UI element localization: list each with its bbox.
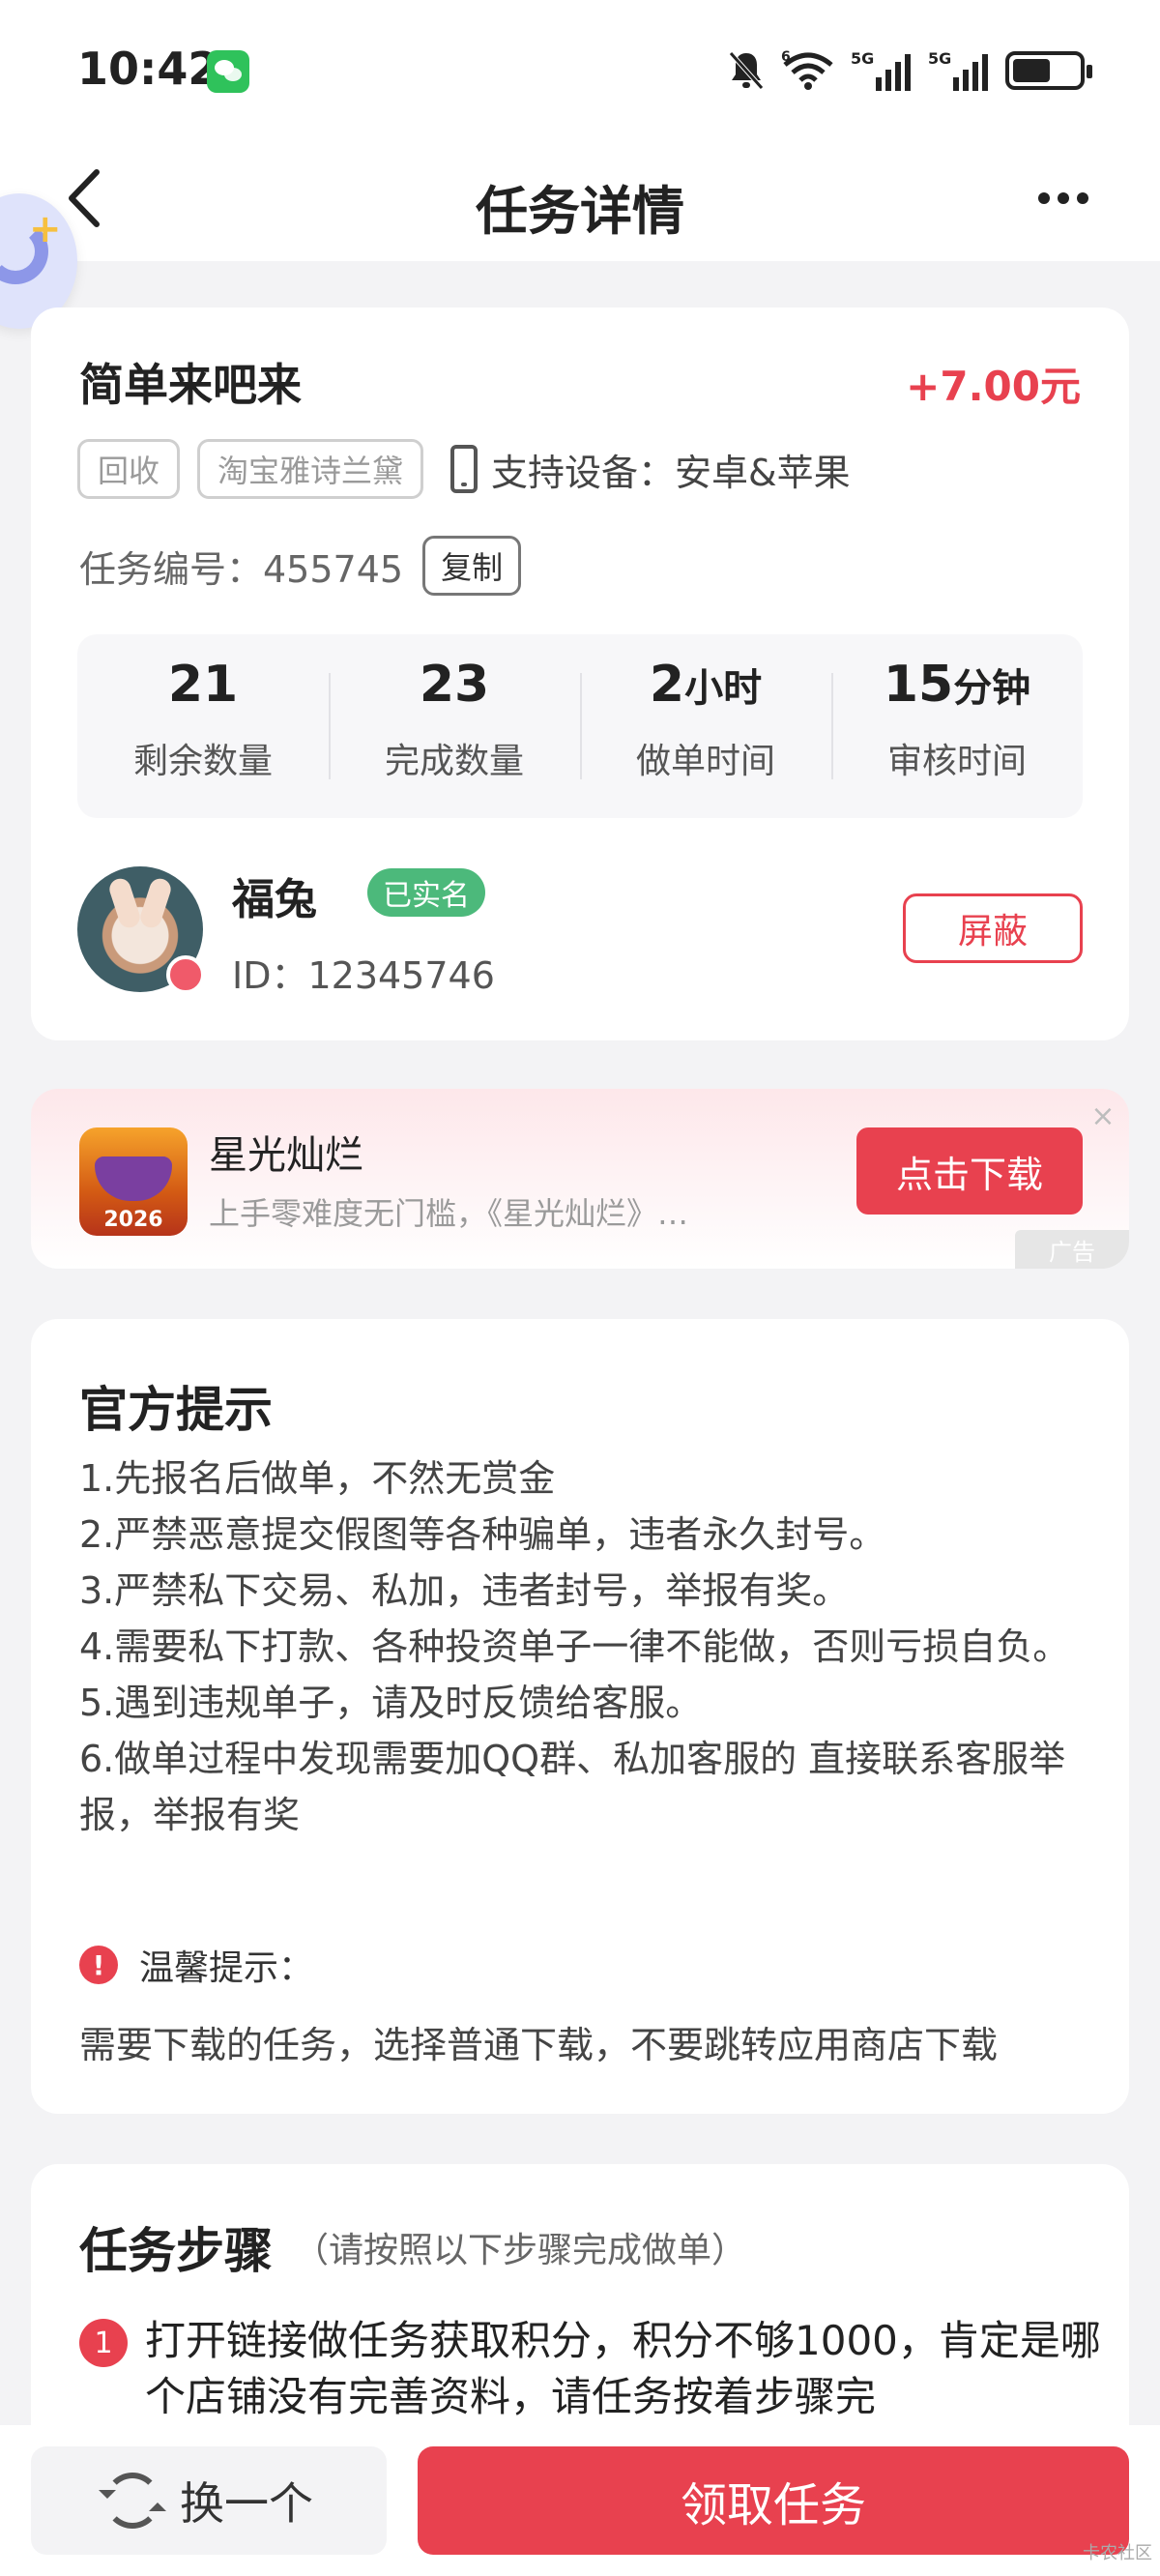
publisher-id: ID：12345746 (232, 954, 495, 997)
steps-title: 任务步骤 (79, 2223, 273, 2279)
publisher-row: 福兔 已实名 ID：12345746 屏蔽 (77, 866, 1083, 997)
stat-unit: 小时 (684, 666, 763, 711)
task-reward: +7.00元 (906, 363, 1081, 410)
stat-review-time: 15分钟 审核时间 (831, 634, 1083, 818)
ad-label: 广告 (1015, 1230, 1129, 1269)
claim-task-button[interactable]: 领取任务 (418, 2446, 1129, 2555)
warm-tip-header: ! 温馨提示： (79, 1940, 313, 1990)
task-info-card: 简单来吧来 +7.00元 回收 淘宝雅诗兰黛 支持设备：安卓&苹果 任务编号：4… (31, 307, 1129, 1040)
stat-unit: 分钟 (953, 666, 1031, 711)
signal-5g-icon: 5G (851, 49, 911, 91)
wechat-notification-icon (207, 50, 249, 93)
warning-icon: ! (79, 1946, 118, 1984)
stat-label: 剩余数量 (132, 742, 273, 781)
bell-muted-icon (729, 51, 764, 90)
step-number-badge: 1 (79, 2319, 128, 2367)
refresh-icon (99, 2473, 166, 2529)
warm-tip-label: 温馨提示： (139, 1948, 314, 1988)
warm-tip-text: 需要下载的任务，选择普通下载，不要跳转应用商店下载 (79, 2024, 999, 2066)
task-title: 简单来吧来 (79, 359, 302, 411)
ad-banner[interactable]: 2026 星光灿烂 上手零难度无门槛，《星光灿烂》全民都... 点击下载 × 广… (31, 1089, 1129, 1269)
task-stats: 21 剩余数量 23 完成数量 2小时 做单时间 15分钟 审核时间 (77, 634, 1083, 818)
steps-hint: （请按照以下步骤完成做单） (294, 2231, 747, 2270)
bottom-action-bar: 换一个 领取任务 卡农社区 (0, 2425, 1160, 2576)
avatar[interactable] (77, 866, 205, 994)
publisher-name: 福兔 (232, 875, 317, 924)
status-time: 10:42 (77, 43, 219, 95)
ad-description: 上手零难度无门槛，《星光灿烂》全民都... (209, 1195, 702, 1232)
block-button[interactable]: 屏蔽 (903, 893, 1083, 963)
battery-icon (1005, 51, 1092, 90)
ad-app-icon: 2026 (79, 1127, 188, 1236)
stat-value: 2 (649, 656, 685, 714)
stat-remaining: 21 剩余数量 (77, 634, 329, 818)
tip-item: 3.严禁私下交易、私加，违者封号，举报有奖。 (79, 1569, 850, 1612)
tips-list: 1.先报名后做单，不然无赏金 2.严禁恶意提交假图等各种骗单，违者永久封号。 3… (79, 1450, 1085, 1843)
stat-completed: 23 完成数量 (329, 634, 580, 818)
stat-work-time: 2小时 做单时间 (580, 634, 831, 818)
tip-item: 1.先报名后做单，不然无赏金 (79, 1457, 556, 1500)
signal-5g-label-2: 5G (928, 49, 951, 68)
nav-bar: 任务详情 (0, 135, 1160, 261)
stat-label: 审核时间 (886, 742, 1027, 781)
tag-shop: 淘宝雅诗兰黛 (197, 439, 424, 499)
ad-title: 星光灿烂 (209, 1133, 363, 1178)
stat-label: 做单时间 (635, 742, 775, 781)
task-number: 任务编号：455745 复制 (79, 536, 522, 596)
stat-label: 完成数量 (384, 742, 524, 781)
signal-5g-label-1: 5G (851, 49, 874, 68)
vip-badge-icon (166, 955, 205, 994)
status-bar: 10:42 6 5G 5G (0, 0, 1160, 135)
supported-devices: 支持设备：安卓&苹果 (450, 443, 851, 496)
stat-value: 21 (167, 656, 239, 714)
tip-item: 5.遇到违规单子，请及时反馈给客服。 (79, 1682, 703, 1724)
ad-download-button[interactable]: 点击下载 (856, 1127, 1083, 1215)
phone-icon (450, 445, 478, 493)
tip-item: 6.做单过程中发现需要加QQ群、私加客服的 直接联系客服举报，举报有奖 (79, 1738, 1066, 1836)
stat-value: 23 (419, 656, 490, 714)
tips-title: 官方提示 (79, 1382, 273, 1438)
verified-badge: 已实名 (367, 868, 485, 917)
wifi-icon: 6 (781, 49, 833, 90)
official-tips-card: 官方提示 1.先报名后做单，不然无赏金 2.严禁恶意提交假图等各种骗单，违者永久… (31, 1319, 1129, 2114)
step-text: 打开链接做任务获取积分，积分不够1000，肯定是哪个店铺没有完善资料，请任务按着… (145, 2317, 1101, 2420)
swap-task-label: 换一个 (180, 2477, 313, 2530)
task-number-text: 任务编号：455745 (79, 547, 404, 591)
wifi-6-label: 6 (781, 49, 791, 65)
task-tags: 回收 淘宝雅诗兰黛 支持设备：安卓&苹果 (77, 439, 851, 499)
tip-item: 4.需要私下打款、各种投资单子一律不能做，否则亏损自负。 (79, 1625, 1070, 1668)
tag-recycle: 回收 (77, 439, 181, 499)
ad-icon-year: 2026 (103, 1208, 163, 1232)
page-title: 任务详情 (476, 181, 684, 242)
swap-task-button[interactable]: 换一个 (31, 2446, 387, 2555)
more-options-icon[interactable] (1025, 174, 1102, 222)
tip-item: 2.严禁恶意提交假图等各种骗单，违者永久封号。 (79, 1513, 886, 1556)
supported-devices-text: 支持设备：安卓&苹果 (491, 451, 851, 494)
ad-label-text: 广告 (1049, 1238, 1095, 1266)
status-icons: 6 5G 5G (727, 46, 1092, 95)
close-icon[interactable]: × (1088, 1102, 1117, 1131)
watermark: 卡农社区 (1083, 2543, 1152, 2563)
stat-value: 15 (883, 656, 954, 714)
signal-5g-icon-2: 5G (928, 49, 988, 91)
copy-button[interactable]: 复制 (422, 536, 522, 596)
